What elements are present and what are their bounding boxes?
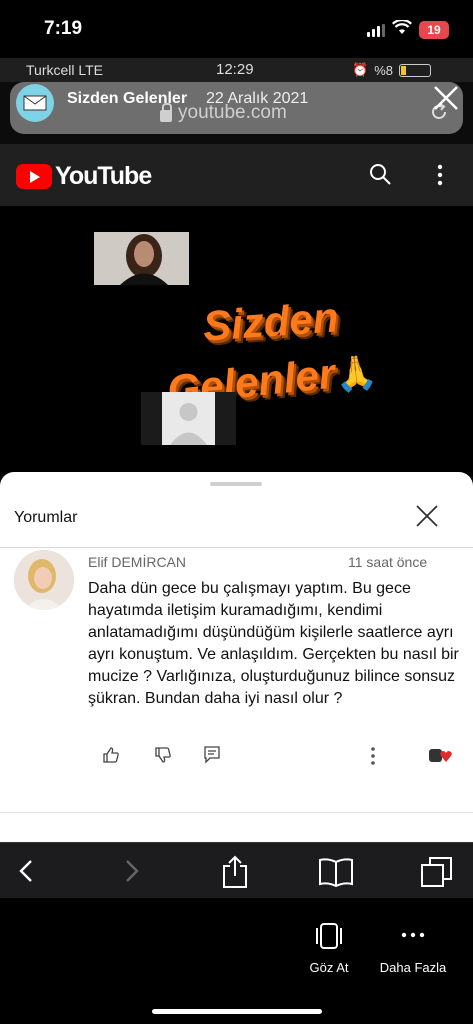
tabs-icon[interactable]	[420, 856, 454, 888]
comments-title: Yorumlar	[14, 509, 78, 526]
bookmarks-icon[interactable]	[318, 857, 354, 887]
wifi-icon	[392, 20, 412, 34]
video-title-line1: Sizden	[201, 293, 340, 350]
creator-heart-icon	[429, 749, 452, 762]
notification-banner[interactable]: Sizden Gelenler 22 Aralık 2021 youtube.c…	[10, 82, 463, 134]
inner-battery-icon	[398, 63, 431, 77]
divider	[0, 812, 473, 813]
comment-timestamp: 11 saat önce	[348, 554, 428, 570]
comment-text: Daha dün gece bu çalışmayı yaptım. Bu ge…	[88, 580, 459, 707]
inner-status-bar: Turkcell LTE 12:29 ⏰ %8	[0, 58, 473, 82]
comment-actions	[102, 746, 462, 770]
url-bar[interactable]: youtube.com	[160, 102, 287, 124]
reply-icon[interactable]	[204, 746, 220, 764]
url-text: youtube.com	[178, 102, 287, 123]
divider	[0, 547, 473, 548]
more-label[interactable]: Daha Fazla	[368, 960, 458, 975]
participant-thumbnail	[94, 232, 189, 285]
thumbs-up-icon[interactable]	[102, 746, 120, 764]
alarm-icon: ⏰	[352, 62, 369, 77]
praying-hands-emoji: 🙏	[333, 353, 380, 396]
youtube-play-icon	[16, 164, 52, 189]
inner-clock: 12:29	[216, 61, 254, 78]
youtube-header: YouTube	[0, 144, 473, 206]
more-vertical-icon[interactable]	[436, 164, 444, 186]
thumbs-down-icon[interactable]	[154, 746, 172, 764]
cellular-signal-icon	[367, 24, 385, 37]
close-icon[interactable]	[432, 84, 460, 112]
search-icon[interactable]	[368, 162, 392, 186]
status-time: 7:19	[44, 18, 83, 39]
home-indicator[interactable]	[152, 1009, 322, 1014]
shared-screenshot: Turkcell LTE 12:29 ⏰ %8 Sizden Gelenler …	[0, 58, 473, 898]
more-horizontal-icon[interactable]	[401, 932, 425, 938]
youtube-logo-text: YouTube	[55, 162, 152, 190]
lock-icon	[160, 102, 172, 122]
status-bar: 7:19 19	[0, 0, 473, 58]
inner-battery-percent: %8	[374, 62, 393, 78]
browser-toolbar	[0, 842, 473, 898]
avatar[interactable]	[14, 550, 74, 610]
inner-status-icons: ⏰ %8	[352, 62, 431, 78]
anonymous-thumbnail	[141, 392, 236, 445]
carrier-label: Turkcell LTE	[26, 62, 104, 78]
battery-indicator: 19	[419, 21, 449, 39]
view-icon[interactable]	[314, 922, 344, 950]
view-label[interactable]: Göz At	[284, 960, 374, 975]
share-icon[interactable]	[221, 855, 249, 889]
share-actions-bar: Göz At Daha Fazla	[0, 898, 473, 1008]
comments-sheet: Yorumlar Elif DEMİRCAN 11 saat önce Daha…	[0, 472, 473, 898]
more-vertical-icon[interactable]	[370, 746, 376, 766]
comment-author[interactable]: Elif DEMİRCAN	[88, 554, 186, 570]
user-placeholder-icon	[162, 392, 215, 445]
video-player[interactable]: Sizden Gelenler🙏	[0, 206, 473, 476]
back-icon[interactable]	[16, 859, 36, 883]
youtube-logo[interactable]: YouTube	[16, 162, 152, 191]
forward-icon[interactable]	[122, 859, 142, 883]
sheet-grabber[interactable]	[210, 482, 262, 486]
mail-icon	[16, 84, 54, 122]
close-icon[interactable]	[415, 504, 439, 528]
